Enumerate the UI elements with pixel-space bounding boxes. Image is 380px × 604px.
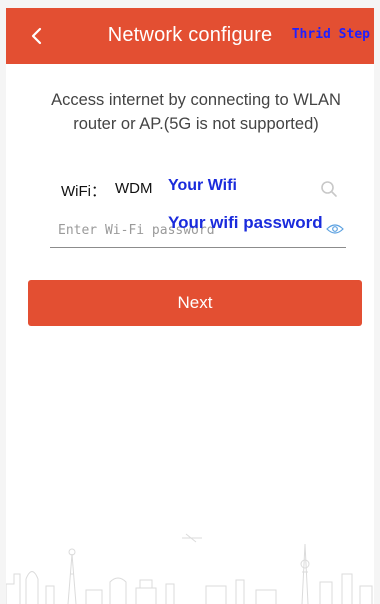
- wifi-search-button[interactable]: [319, 179, 341, 201]
- eye-icon: [326, 224, 344, 234]
- password-field[interactable]: [58, 219, 308, 241]
- instruction-text: Access internet by connecting to WLAN ro…: [51, 91, 341, 133]
- wifi-name: WDM: [115, 180, 153, 197]
- step-annotation: Thrid Step: [291, 27, 370, 42]
- password-row: Your wifi password: [50, 212, 346, 248]
- wifi-row: WiFi： WDM Your Wifi: [61, 177, 341, 203]
- search-icon: [321, 181, 337, 197]
- toggle-password-visibility[interactable]: [326, 222, 344, 236]
- next-button[interactable]: Next: [28, 280, 362, 326]
- wifi-annotation: Your Wifi: [168, 177, 237, 194]
- main-content: Access internet by connecting to WLAN ro…: [6, 64, 374, 604]
- app-header: Network configure Thrid Step: [6, 8, 374, 64]
- city-skyline-illustration: [6, 533, 373, 604]
- wifi-label: WiFi：: [61, 183, 106, 200]
